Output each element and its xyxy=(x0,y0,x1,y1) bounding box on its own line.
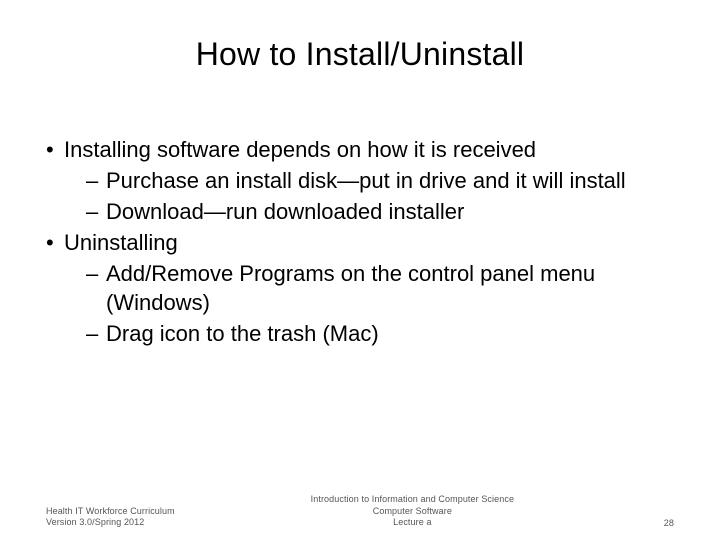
bullet-text: Download—run downloaded installer xyxy=(106,199,464,224)
footer-center: Introduction to Information and Computer… xyxy=(195,494,630,528)
list-item: Drag icon to the trash (Mac) xyxy=(64,319,674,348)
sublist: Add/Remove Programs on the control panel… xyxy=(64,259,674,348)
list-item: Uninstalling Add/Remove Programs on the … xyxy=(46,228,674,348)
footer-left: Health IT Workforce Curriculum Version 3… xyxy=(46,506,175,529)
bullet-text: Add/Remove Programs on the control panel… xyxy=(106,261,595,315)
bullet-text: Installing software depends on how it is… xyxy=(64,137,536,162)
bullet-list: Installing software depends on how it is… xyxy=(46,135,674,348)
footer-text: Computer Software xyxy=(195,506,630,517)
bullet-text: Drag icon to the trash (Mac) xyxy=(106,321,379,346)
footer-text: Lecture a xyxy=(195,517,630,528)
sublist: Purchase an install disk—put in drive an… xyxy=(64,166,674,226)
list-item: Download—run downloaded installer xyxy=(64,197,674,226)
footer-text: Introduction to Information and Computer… xyxy=(195,494,630,505)
slide-footer: Health IT Workforce Curriculum Version 3… xyxy=(0,494,720,528)
slide: How to Install/Uninstall Installing soft… xyxy=(0,0,720,540)
bullet-text: Purchase an install disk—put in drive an… xyxy=(106,168,626,193)
slide-title: How to Install/Uninstall xyxy=(46,0,674,73)
page-number: 28 xyxy=(650,518,674,528)
footer-text: Health IT Workforce Curriculum xyxy=(46,506,175,517)
list-item: Add/Remove Programs on the control panel… xyxy=(64,259,674,317)
list-item: Installing software depends on how it is… xyxy=(46,135,674,226)
footer-text: Version 3.0/Spring 2012 xyxy=(46,517,175,528)
slide-body: Installing software depends on how it is… xyxy=(46,135,674,348)
bullet-text: Uninstalling xyxy=(64,230,178,255)
list-item: Purchase an install disk—put in drive an… xyxy=(64,166,674,195)
